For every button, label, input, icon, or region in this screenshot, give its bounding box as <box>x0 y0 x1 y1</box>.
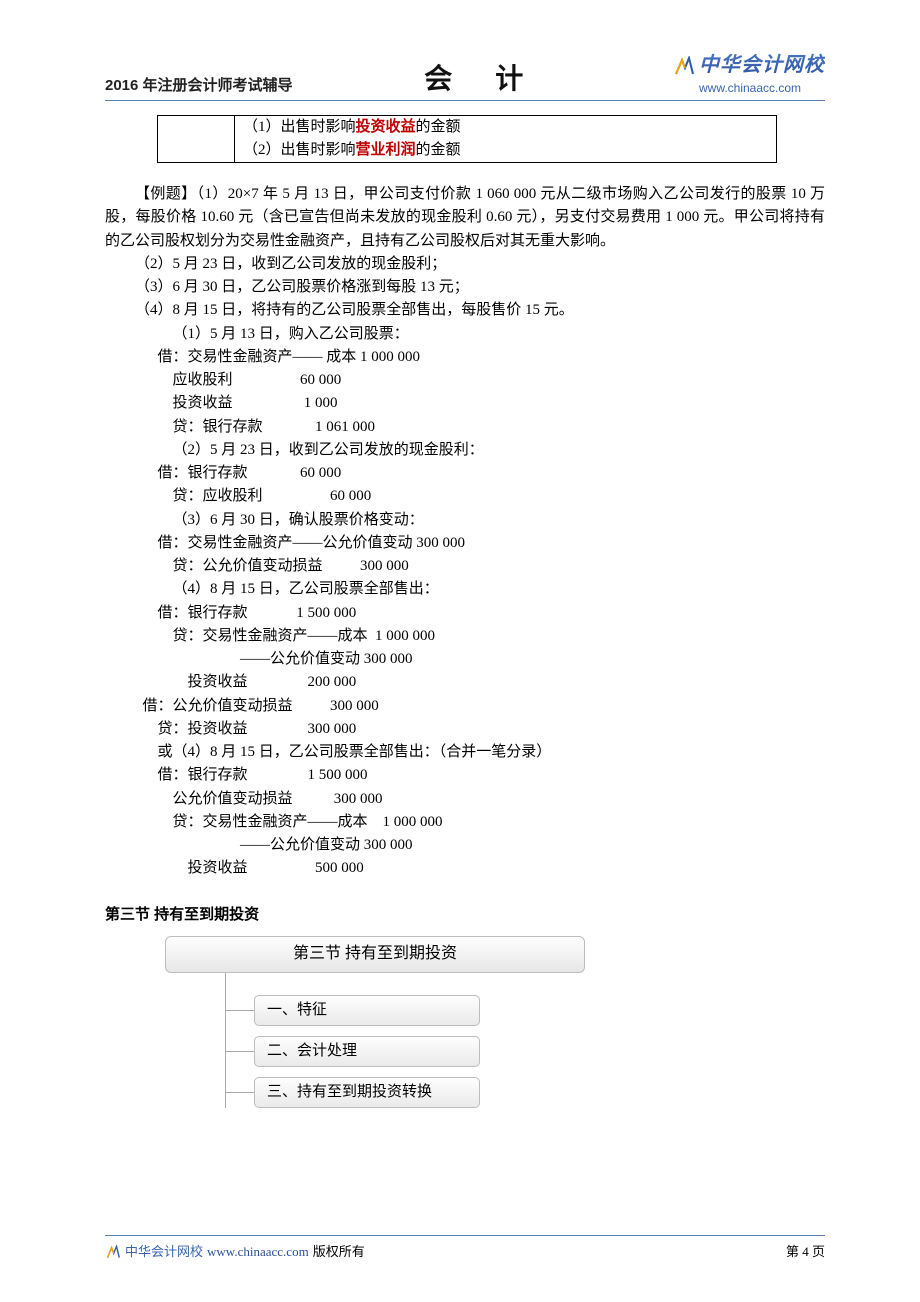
outline-title-box: 第三节 持有至到期投资 <box>165 936 585 973</box>
outline-item-3: 三、持有至到期投资转换 <box>226 1077 585 1108</box>
table-empty-cell <box>158 115 235 163</box>
table-line-2-pre: （2）出售时影响 <box>243 142 356 158</box>
table-line-1-pre: （1）出售时影响 <box>243 119 356 135</box>
entry4alt-l2: 公允价值变动损益 300 000 <box>158 788 826 811</box>
page-footer: 中华会计网校 www.chinaacc.com 版权所有 第 4 页 <box>105 1235 825 1262</box>
entry3-l2: 贷：公允价值变动损益 300 000 <box>158 555 826 578</box>
entry4-l2: 贷：交易性金融资产——成本 1 000 000 <box>158 625 826 648</box>
entry1-l2: 应收股利 60 000 <box>158 369 826 392</box>
brand-name: 中华会计网校 <box>699 50 825 81</box>
footer-logo-icon <box>105 1245 121 1259</box>
entry4-l3: ——公允价值变动 300 000 <box>158 648 826 671</box>
example-para-2: （2）5 月 23 日，收到乙公司发放的现金股利； <box>105 253 825 276</box>
entry3-l1: 借：交易性金融资产——公允价值变动 300 000 <box>158 532 826 555</box>
outline-hconn <box>226 1092 254 1093</box>
entry4-extra: 借：公允价值变动损益 300 000 贷：投资收益 300 000 <box>143 695 826 742</box>
entry4alt-l1: 借：银行存款 1 500 000 <box>158 764 826 787</box>
outline-box-3: 三、持有至到期投资转换 <box>254 1077 480 1108</box>
entry2-title: （2）5 月 23 日，收到乙公司发放的现金股利： <box>173 439 826 462</box>
example-para-1: 【例题】（1）20×7 年 5 月 13 日，甲公司支付价款 1 060 000… <box>105 183 825 253</box>
entry1-l1: 借：交易性金融资产—— 成本 1 000 000 <box>158 346 826 369</box>
entry4-l4: 投资收益 200 000 <box>158 671 826 694</box>
entry4-alt: 或（4）8 月 15 日，乙公司股票全部售出：（合并一笔分录） 借：银行存款 1… <box>158 741 826 881</box>
entry4-title: （4）8 月 15 日，乙公司股票全部售出： <box>173 578 826 601</box>
entry4alt-l3: 贷：交易性金融资产——成本 1 000 000 <box>158 811 826 834</box>
footer-url: www.chinaacc.com <box>207 1242 309 1262</box>
entry4alt-title: 或（4）8 月 15 日，乙公司股票全部售出：（合并一笔分录） <box>158 741 826 764</box>
outline-item-2: 二、会计处理 <box>226 1036 585 1067</box>
example-p1: （1）20×7 年 5 月 13 日，甲公司支付价款 1 060 000 元从二… <box>105 186 825 249</box>
page-header: 2016 年注册会计师考试辅导 会 计 中华会计网校 www.chinaacc.… <box>105 50 825 101</box>
page: 2016 年注册会计师考试辅导 会 计 中华会计网校 www.chinaacc.… <box>0 0 920 1302</box>
example-para-3: （3）6 月 30 日，乙公司股票价格涨到每股 13 元； <box>105 276 825 299</box>
outline-box-2: 二、会计处理 <box>254 1036 480 1067</box>
outline-box-1: 一、特征 <box>254 995 480 1026</box>
entry1-l3: 投资收益 1 000 <box>158 392 826 415</box>
top-small-table: （1）出售时影响投资收益的金额 （2）出售时影响营业利润的金额 <box>157 115 777 164</box>
table-line-1: （1）出售时影响投资收益的金额 <box>243 116 768 139</box>
outline-item-1: 一、特征 <box>226 995 585 1026</box>
footer-brand: 中华会计网校 <box>125 1242 203 1262</box>
entry4-l5a: 借：公允价值变动损益 300 000 <box>143 695 826 718</box>
table-line-1-post: 的金额 <box>416 119 461 135</box>
entry1-l4: 贷：银行存款 1 061 000 <box>158 416 826 439</box>
entry2-l1: 借：银行存款 60 000 <box>158 462 826 485</box>
table-line-2: （2）出售时影响营业利润的金额 <box>243 139 768 162</box>
table-line-2-red: 营业利润 <box>356 142 416 158</box>
table-line-2-post: 的金额 <box>416 142 461 158</box>
footer-page-number: 第 4 页 <box>786 1242 825 1262</box>
journal-entries: （1）5 月 13 日，购入乙公司股票： 借：交易性金融资产—— 成本 1 00… <box>158 323 826 695</box>
footer-copyright: 版权所有 <box>313 1242 365 1262</box>
brand-url: www.chinaacc.com <box>699 79 801 98</box>
brand-row: 中华会计网校 <box>673 50 825 81</box>
entry4alt-l5: 投资收益 500 000 <box>158 857 826 880</box>
section-3-outline: 第三节 持有至到期投资 一、特征 二、会计处理 三、持有至到期投资转换 <box>165 936 585 1109</box>
entry4-l1: 借：银行存款 1 500 000 <box>158 602 826 625</box>
entry3-title: （3）6 月 30 日，确认股票价格变动： <box>173 509 826 532</box>
footer-left: 中华会计网校 www.chinaacc.com 版权所有 <box>105 1242 365 1262</box>
table-line-1-red: 投资收益 <box>356 119 416 135</box>
outline-hconn <box>226 1010 254 1011</box>
outline-connector <box>225 973 226 987</box>
entry4alt-l4: ——公允价值变动 300 000 <box>158 834 826 857</box>
header-title: 会 计 <box>424 58 541 101</box>
outline-hconn <box>226 1051 254 1052</box>
entry4-l5b: 贷：投资收益 300 000 <box>143 718 826 741</box>
entry2-l2: 贷：应收股利 60 000 <box>158 485 826 508</box>
table-content-cell: （1）出售时影响投资收益的金额 （2）出售时影响营业利润的金额 <box>235 115 777 163</box>
brand-logo-icon <box>673 56 695 76</box>
header-left: 2016 年注册会计师考试辅导 <box>105 74 293 97</box>
example-label: 【例题】 <box>135 186 197 202</box>
entry1-title: （1）5 月 13 日，购入乙公司股票： <box>173 323 826 346</box>
header-brand-block: 中华会计网校 www.chinaacc.com <box>673 50 825 98</box>
outline-items: 一、特征 二、会计处理 三、持有至到期投资转换 <box>225 987 585 1109</box>
section-3-heading: 第三节 持有至到期投资 <box>105 903 825 926</box>
example-para-4: （4）8 月 15 日，将持有的乙公司股票全部售出，每股售价 15 元。 <box>105 299 825 322</box>
